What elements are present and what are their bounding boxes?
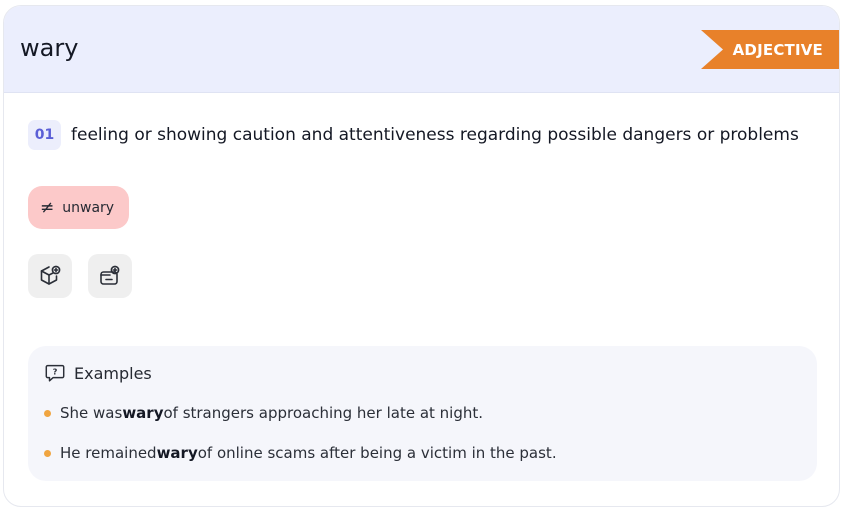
bullet-dot bbox=[44, 449, 51, 457]
question-bubble-icon: ? bbox=[45, 364, 65, 382]
word-card: wary ADJECTIVE 01 feeling or showing cau… bbox=[3, 5, 840, 507]
example-item: She was wary of strangers approaching he… bbox=[44, 404, 483, 422]
svg-text:?: ? bbox=[53, 367, 58, 377]
cube-add-icon bbox=[40, 265, 61, 285]
examples-panel: ? Examples She was wary of strangers app… bbox=[28, 346, 817, 481]
sense-definition: feeling or showing caution and attentive… bbox=[71, 125, 799, 145]
headword: wary bbox=[20, 34, 79, 62]
save-to-folder-button[interactable] bbox=[88, 254, 132, 298]
antonym-word: unwary bbox=[62, 199, 115, 216]
antonym-chip[interactable]: ≠ unwary bbox=[28, 186, 129, 229]
part-of-speech-tag: ADJECTIVE bbox=[701, 30, 839, 69]
not-equal-icon: ≠ bbox=[40, 197, 55, 218]
bullet-dot bbox=[44, 409, 51, 417]
example-item: He remained wary of online scams after b… bbox=[44, 444, 557, 462]
examples-heading: ? Examples bbox=[44, 362, 152, 384]
add-to-deck-button[interactable] bbox=[28, 254, 72, 298]
word-header: wary ADJECTIVE bbox=[4, 6, 839, 93]
sense-row: 01 feeling or showing caution and attent… bbox=[28, 120, 799, 150]
folder-add-icon bbox=[100, 265, 120, 285]
sense-number: 01 bbox=[28, 120, 61, 150]
